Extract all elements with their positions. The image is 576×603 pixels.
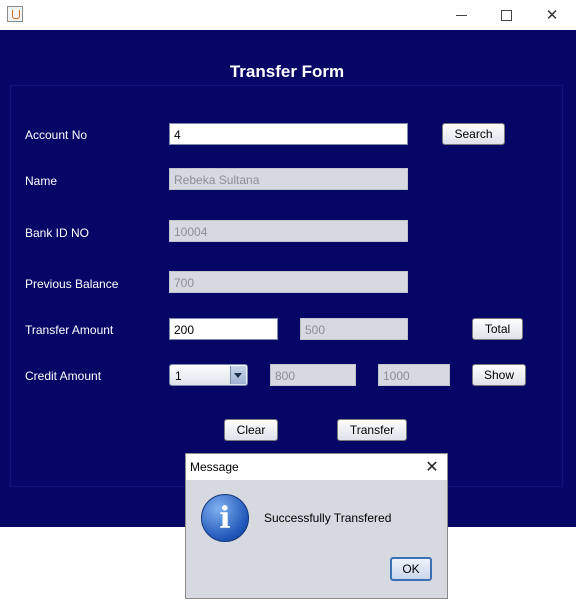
- transfer-button[interactable]: Transfer: [337, 419, 407, 441]
- transfer-amount-input[interactable]: 200: [169, 318, 278, 340]
- window-titlebar: ✕: [0, 0, 576, 30]
- dialog-close-icon[interactable]: ✕: [422, 457, 442, 477]
- name-label: Name: [25, 174, 58, 188]
- previous-balance-field: 700: [169, 271, 408, 293]
- dialog-title: Message: [190, 460, 239, 474]
- close-icon[interactable]: ✕: [529, 0, 575, 30]
- credit-amount-field-2: 1000: [378, 364, 450, 386]
- ok-button[interactable]: OK: [390, 557, 432, 581]
- account-no-input[interactable]: 4: [169, 123, 408, 145]
- bank-id-label: Bank ID NO: [25, 226, 90, 240]
- info-icon: i: [201, 494, 249, 542]
- minimize-icon[interactable]: [438, 0, 484, 30]
- dialog-titlebar: Message ✕: [186, 454, 447, 480]
- transfer-total-field: 500: [300, 318, 408, 340]
- total-button[interactable]: Total: [472, 318, 523, 340]
- transfer-amount-label: Transfer Amount: [25, 323, 114, 337]
- page-title: Transfer Form: [229, 62, 345, 81]
- chevron-down-icon[interactable]: [230, 366, 246, 384]
- search-button[interactable]: Search: [442, 123, 505, 145]
- previous-balance-label: Previous Balance: [25, 277, 119, 291]
- message-dialog: Message ✕ i Successfully Transfered OK: [185, 453, 448, 599]
- name-field: Rebeka Sultana: [169, 168, 408, 190]
- bank-id-field: 10004: [169, 220, 408, 242]
- java-app-icon: [7, 6, 23, 22]
- credit-select-value: 1: [175, 369, 182, 383]
- dialog-message: Successfully Transfered: [264, 511, 392, 525]
- credit-amount-field-1: 800: [270, 364, 356, 386]
- maximize-icon[interactable]: [483, 0, 529, 30]
- account-no-label: Account No: [25, 128, 88, 142]
- credit-amount-label: Credit Amount: [25, 369, 102, 383]
- credit-select[interactable]: 1: [169, 364, 248, 386]
- show-button[interactable]: Show: [472, 364, 526, 386]
- clear-button[interactable]: Clear: [224, 419, 278, 441]
